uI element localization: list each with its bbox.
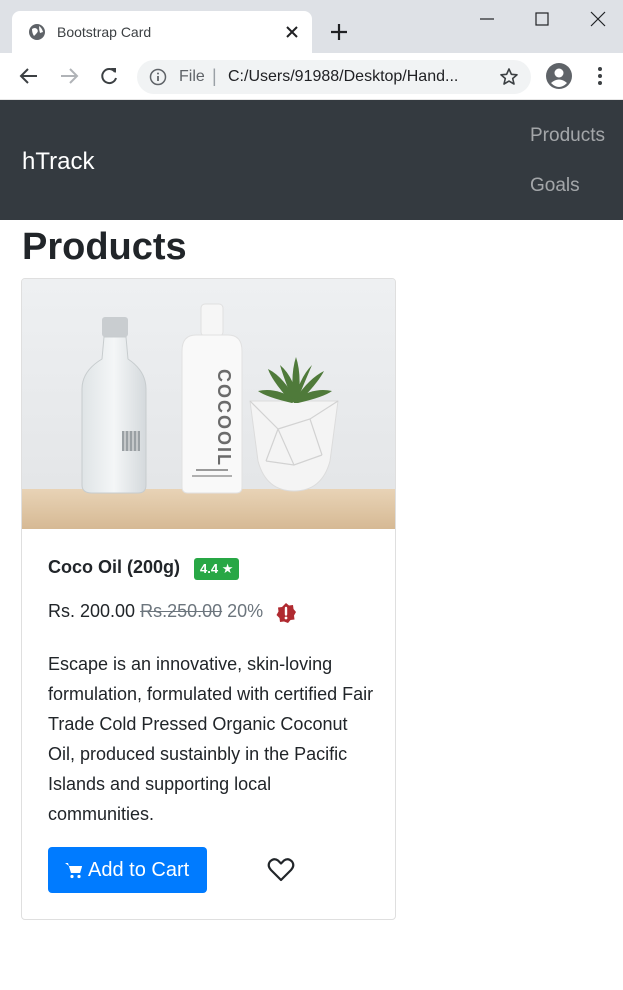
rating-value: 4.4 <box>200 561 219 576</box>
product-card: COCOOIL Coco Oil (200g) 4.4 ★ Rs. 200.00… <box>21 278 396 920</box>
price-row: Rs. 200.00 Rs.250.00 20% <box>48 601 263 622</box>
maximize-icon[interactable] <box>531 8 553 30</box>
product-image: COCOOIL <box>22 279 395 529</box>
nav-link-products[interactable]: Products <box>530 125 605 147</box>
star-icon[interactable] <box>499 67 519 87</box>
tab-strip: Bootstrap Card <box>0 0 623 53</box>
rating-star-icon: ★ <box>221 561 234 576</box>
heart-icon[interactable] <box>267 857 295 883</box>
close-window-icon[interactable] <box>587 8 609 30</box>
navbar-brand[interactable]: hTrack <box>22 148 94 176</box>
add-to-cart-label: Add to Cart <box>88 859 190 881</box>
globe-icon <box>29 24 45 40</box>
nav-link-goals[interactable]: Goals <box>530 175 580 197</box>
price: Rs. 200.00 <box>48 601 136 621</box>
reload-icon[interactable] <box>98 65 120 87</box>
menu-icon[interactable] <box>590 65 610 87</box>
page-title: Products <box>22 226 187 268</box>
rating-badge: 4.4 ★ <box>194 558 240 580</box>
minimize-icon[interactable] <box>476 8 498 30</box>
product-description: Escape is an innovative, skin-loving for… <box>48 654 374 824</box>
url-scheme-label: File <box>179 68 205 85</box>
browser-tab[interactable]: Bootstrap Card <box>12 11 312 53</box>
url-separator: | <box>212 66 217 86</box>
info-icon[interactable] <box>149 68 167 86</box>
cart-icon <box>65 863 82 879</box>
alert-icon <box>276 603 296 623</box>
original-price: Rs.250.00 <box>140 601 223 621</box>
back-icon[interactable] <box>18 65 40 87</box>
address-bar[interactable]: File | C:/Users/91988/Desktop/Hand... <box>137 60 531 94</box>
url-text[interactable]: C:/Users/91988/Desktop/Hand... <box>228 68 458 86</box>
tab-title: Bootstrap Card <box>57 24 152 40</box>
profile-icon[interactable] <box>545 62 573 90</box>
plus-icon[interactable] <box>328 21 350 43</box>
close-icon[interactable] <box>282 22 302 42</box>
bottle-label: COCOOIL <box>214 369 234 467</box>
add-to-cart-button[interactable]: Add to Cart <box>48 847 207 893</box>
forward-icon[interactable] <box>58 65 80 87</box>
navbar: hTrack Products Goals <box>0 100 623 220</box>
product-name: Coco Oil (200g) <box>48 557 181 577</box>
discount: 20% <box>227 601 264 621</box>
browser-toolbar: File | C:/Users/91988/Desktop/Hand... <box>0 53 623 100</box>
